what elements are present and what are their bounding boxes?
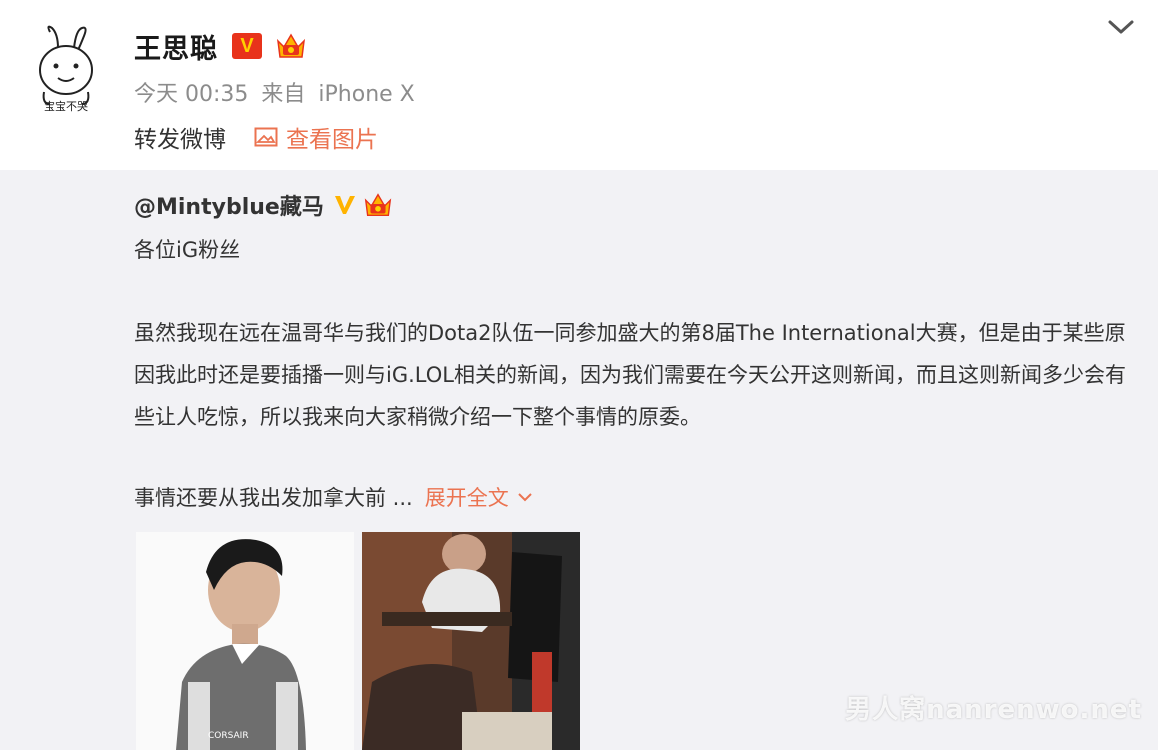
- verified-v-icon: [334, 196, 355, 214]
- view-pictures-link[interactable]: 查看图片: [254, 120, 378, 154]
- expand-full-text-link[interactable]: 展开全文: [425, 482, 533, 512]
- retweet-more-row: 事情还要从我出发加拿大前 ... 展开全文: [134, 482, 533, 512]
- author-row: 王思聪 V: [134, 26, 308, 66]
- image-icon: [254, 127, 278, 147]
- retweet-greeting: 各位iG粉丝: [134, 238, 241, 262]
- watermark: 男人窝nanrenwo.net: [845, 695, 1142, 725]
- chevron-down-icon[interactable]: [1106, 14, 1136, 40]
- source-device: iPhone X: [318, 82, 415, 107]
- post-time[interactable]: 今天 00:35: [134, 82, 248, 107]
- author-name[interactable]: 王思聪: [134, 27, 218, 66]
- post-actions: 转发微博 查看图片: [134, 120, 378, 154]
- svg-text:CORSAIR: CORSAIR: [208, 731, 249, 741]
- post-meta: 今天 00:35 来自 iPhone X: [134, 76, 421, 108]
- avatar-caption: 宝宝不哭: [44, 100, 88, 113]
- expand-label: 展开全文: [424, 486, 509, 510]
- source-prefix: 来自: [261, 82, 306, 107]
- chevron-down-icon: [517, 493, 532, 502]
- photo-thumbnail[interactable]: CORSAIR: [136, 532, 354, 750]
- crown-badge-icon[interactable]: [274, 29, 308, 63]
- retweet-paragraph: 虽然我现在远在温哥华与我们的Dota2队伍一同参加盛大的第8届The Inter…: [134, 321, 1126, 429]
- retweet-author[interactable]: @Mintyblue藏马: [134, 189, 324, 221]
- image-gallery: CORSAIR: [136, 532, 580, 750]
- retweet-card: @Mintyblue藏马 各位iG粉丝 虽然我现在远在温哥华与我们的Dota2队…: [0, 170, 1158, 750]
- retweet-truncated-text: 事情还要从我出发加拿大前 ...: [134, 486, 413, 510]
- post-header: 宝宝不哭 王思聪 V 今天 00:35 来自 iPhone X 转发微博 查看图…: [0, 0, 1158, 170]
- crown-badge-icon[interactable]: [362, 189, 394, 221]
- retweet-author-row: @Mintyblue藏马: [134, 188, 394, 222]
- verified-v-icon: V: [232, 33, 262, 59]
- repost-label: 转发微博: [134, 127, 226, 153]
- photo-thumbnail[interactable]: [362, 532, 580, 750]
- view-pictures-label: 查看图片: [286, 127, 378, 153]
